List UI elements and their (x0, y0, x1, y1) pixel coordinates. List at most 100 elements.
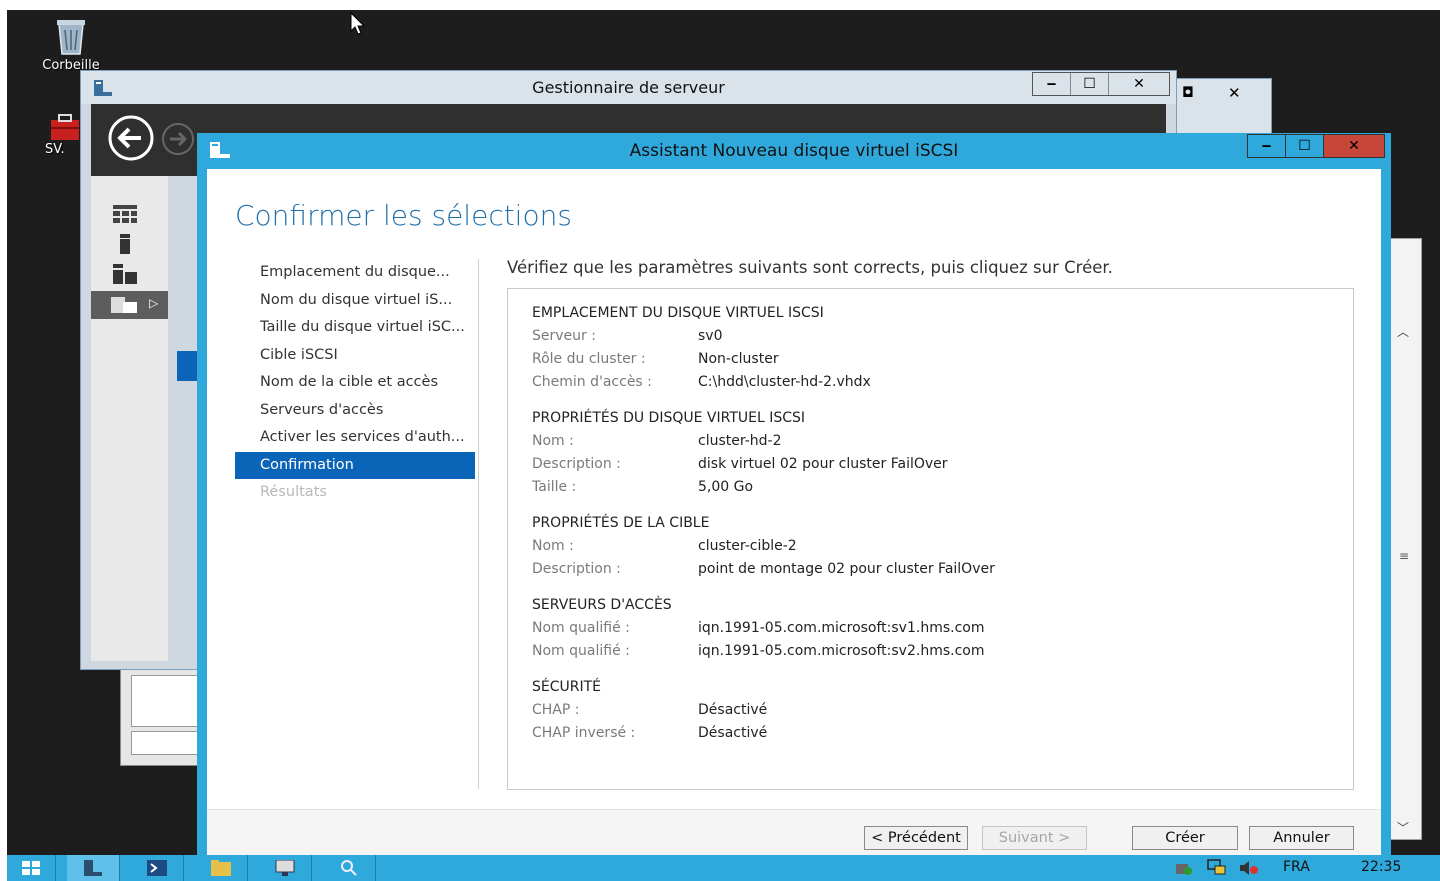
mouse-cursor-icon (350, 12, 366, 35)
sidebar-item-file-storage[interactable]: ▷ (91, 291, 168, 319)
sidebar-item-local-server[interactable] (91, 230, 168, 258)
summary-row: Nom : cluster-cible-2 (532, 538, 797, 554)
forward-arrow-icon[interactable] (161, 122, 195, 156)
summary-key: CHAP : (532, 702, 580, 718)
dashboard-icon (113, 205, 137, 223)
wizard-step[interactable]: Taille du disque virtuel iSC... (235, 314, 475, 342)
recycle-bin-icon (57, 20, 85, 55)
summary-value: point de montage 02 pour cluster FailOve… (698, 561, 995, 577)
previous-button[interactable]: < Précédent (864, 826, 968, 850)
wizard-step[interactable]: Cible iSCSI (235, 342, 475, 370)
next-button[interactable]: Suivant > (982, 826, 1087, 850)
iscsi-wizard-window: Assistant Nouveau disque virtuel iSCSI ‒… (197, 133, 1391, 855)
taskbar-remote-desktop[interactable] (259, 855, 312, 881)
background-window-scrollbar[interactable]: ︿ ≡ ﹀ (1390, 238, 1422, 840)
summary-section-title: SERVEURS D'ACCÈS (532, 597, 672, 613)
summary-value: Désactivé (698, 725, 768, 741)
desktop-icon-toolbox[interactable]: SV. (45, 112, 85, 157)
summary-section-title: SÉCURITÉ (532, 679, 602, 695)
volume-muted-icon[interactable] (1239, 860, 1259, 876)
wizard-step[interactable]: Confirmation (235, 451, 475, 479)
scroll-grip-icon[interactable]: ≡ (1399, 549, 1409, 563)
summary-row: Chemin d'accès : C:\hdd\cluster-hd-2.vhdx (532, 374, 871, 390)
wizard-title: Assistant Nouveau disque virtuel iSCSI (629, 141, 959, 161)
server-manager-caption-buttons: ‒ ☐ ✕ (1032, 72, 1170, 96)
summary-key: Serveur : (532, 328, 596, 344)
server-manager-titlebar[interactable]: Gestionnaire de serveur ‒ ☐ ✕ (81, 71, 1176, 104)
taskbar-powershell[interactable] (131, 855, 184, 881)
cancel-button[interactable]: Annuler (1249, 826, 1354, 850)
back-arrow-icon[interactable] (107, 114, 155, 162)
summary-section-title: PROPRIÉTÉS DE LA CIBLE (532, 515, 710, 531)
summary-key: Description : (532, 561, 621, 577)
sidebar-item-dashboard[interactable] (91, 200, 168, 228)
taskbar-explorer[interactable] (195, 855, 248, 881)
taskbar: FRA 22:35 (7, 855, 1440, 881)
minimize-button[interactable]: ‒ (1033, 73, 1070, 95)
taskbar-server-manager[interactable] (67, 855, 120, 881)
summary-value: Désactivé (698, 702, 768, 718)
confirmation-summary: EMPLACEMENT DU DISQUE VIRTUEL ISCSI Serve… (507, 288, 1354, 790)
server-icon (120, 234, 130, 254)
minimize-button[interactable]: ‒ (1248, 135, 1285, 157)
summary-value: Non-cluster (698, 351, 779, 367)
wizard-step[interactable]: Emplacement du disque... (235, 259, 475, 287)
taskbar-search[interactable] (323, 855, 376, 881)
search-icon (341, 860, 357, 876)
summary-row: CHAP inversé : Désactivé (532, 725, 767, 741)
summary-value: iqn.1991-05.com.microsoft:sv2.hms.com (698, 643, 985, 659)
clock[interactable]: 22:35 (1361, 859, 1401, 875)
wizard-caption-buttons: ‒ ☐ ✕ (1247, 134, 1385, 158)
background-window (120, 668, 201, 766)
close-button[interactable]: ✕ (1108, 73, 1169, 95)
summary-row: Nom qualifié : iqn.1991-05.com.microsoft:… (532, 620, 984, 636)
server-manager-icon (84, 860, 102, 876)
summary-key: Rôle du cluster : (532, 351, 646, 367)
wizard-step[interactable]: Serveurs d'accès (235, 397, 475, 425)
desktop-icon-recycle-bin[interactable]: Corbeille (35, 16, 107, 73)
divider (478, 259, 479, 789)
powershell-icon (147, 860, 167, 876)
page-title: Confirmer les sélections (235, 199, 572, 232)
close-icon[interactable]: ✕ (1228, 84, 1241, 102)
close-button[interactable]: ✕ (1323, 135, 1384, 157)
wizard-titlebar[interactable]: Assistant Nouveau disque virtuel iSCSI ‒… (197, 133, 1391, 167)
summary-value: 5,00 Go (698, 479, 754, 495)
windows-logo-icon (22, 861, 40, 875)
toolbox-icon (51, 114, 79, 140)
folder-icon (211, 860, 231, 876)
create-button[interactable]: Créer (1132, 826, 1238, 850)
wizard-step[interactable]: Activer les services d'auth... (235, 424, 475, 452)
intro-text: Vérifiez que les paramètres suivants son… (507, 258, 1113, 277)
maximize-button[interactable]: ☐ (1070, 73, 1108, 95)
network-icon[interactable] (1207, 859, 1227, 875)
chevron-right-icon: ▷ (149, 296, 159, 310)
summary-value: cluster-hd-2 (698, 433, 782, 449)
chevron-up-icon[interactable]: ︿ (1397, 323, 1409, 340)
summary-value: cluster-cible-2 (698, 538, 797, 554)
summary-row: Nom : cluster-hd-2 (532, 433, 782, 449)
file-storage-icon (111, 297, 137, 313)
wizard-step[interactable]: Nom du disque virtuel iS... (235, 287, 475, 315)
summary-key: Nom : (532, 433, 574, 449)
summary-value: disk virtuel 02 pour cluster FailOver (698, 456, 948, 472)
summary-value: iqn.1991-05.com.microsoft:sv1.hms.com (698, 620, 985, 636)
security-shield-icon[interactable] (1175, 860, 1193, 876)
server-manager-title: Gestionnaire de serveur (532, 78, 725, 97)
chevron-down-icon[interactable]: ﹀ (1397, 819, 1409, 836)
maximize-button[interactable]: ☐ (1285, 135, 1323, 157)
summary-row: Nom qualifié : iqn.1991-05.com.microsoft:… (532, 643, 984, 659)
summary-row: CHAP : Désactivé (532, 702, 767, 718)
language-indicator[interactable]: FRA (1283, 859, 1310, 875)
sidebar-item-all-servers[interactable] (91, 260, 168, 288)
summary-key: Description : (532, 456, 621, 472)
summary-key: Nom qualifié : (532, 643, 630, 659)
summary-section-title: EMPLACEMENT DU DISQUE VIRTUEL ISCSI (532, 305, 824, 321)
monitor-icon (275, 860, 295, 876)
summary-section-title: PROPRIÉTÉS DU DISQUE VIRTUEL ISCSI (532, 410, 806, 426)
wizard-steps: Emplacement du disque... Nom du disque vi… (235, 259, 475, 507)
wizard-step[interactable]: Nom de la cible et accès (235, 369, 475, 397)
maximize-icon: ◘ (1182, 85, 1194, 101)
summary-row: Taille : 5,00 Go (532, 479, 753, 495)
start-button[interactable] (7, 855, 56, 881)
